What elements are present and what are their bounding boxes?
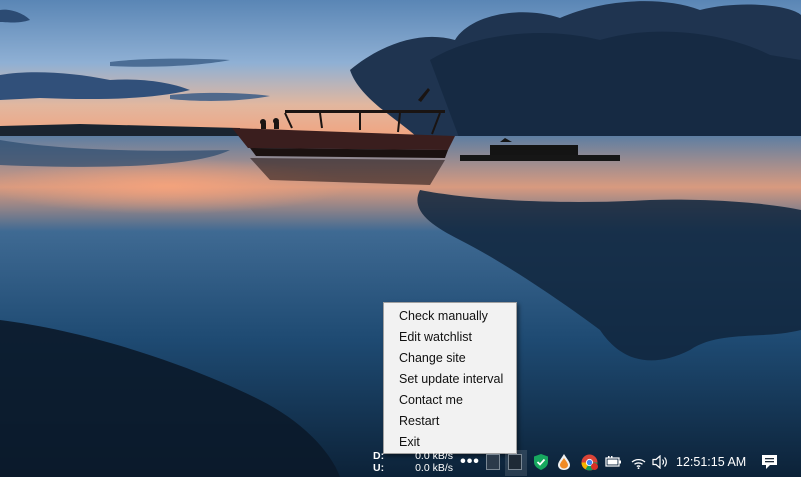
tray-app-icon[interactable] [486, 454, 500, 470]
context-menu-list: Check manually Edit watchlist Change sit… [384, 306, 516, 453]
download-speed: 0.0 kB/s [415, 450, 453, 462]
notification-icon[interactable] [759, 452, 779, 472]
menu-item-set-update-interval[interactable]: Set update interval [384, 369, 516, 390]
taskbar-clock[interactable]: 12:51:15 AM [676, 452, 746, 472]
network-monitor[interactable]: D: 0.0 kB/s U: 0.0 kB/s [373, 450, 455, 476]
menu-item-change-site[interactable]: Change site [384, 348, 516, 369]
menu-item-restart[interactable]: Restart [384, 411, 516, 432]
context-menu: Check manually Edit watchlist Change sit… [383, 302, 517, 454]
menu-item-edit-watchlist[interactable]: Edit watchlist [384, 327, 516, 348]
upload-speed: 0.0 kB/s [415, 462, 453, 474]
battery-icon[interactable] [604, 452, 622, 472]
upload-row: U: 0.0 kB/s [373, 462, 455, 474]
menu-item-contact-me[interactable]: Contact me [384, 390, 516, 411]
desktop: Check manually Edit watchlist Change sit… [0, 0, 801, 477]
upload-label: U: [373, 462, 385, 474]
volume-icon[interactable] [651, 452, 669, 472]
wifi-icon[interactable] [630, 452, 646, 472]
menu-item-check-manually[interactable]: Check manually [384, 306, 516, 327]
show-hidden-icons-button[interactable]: ••• [459, 452, 481, 472]
download-row: D: 0.0 kB/s [373, 450, 455, 462]
download-label: D: [373, 450, 385, 462]
watchlist-app-tray-icon[interactable] [508, 454, 522, 470]
shield-icon[interactable] [533, 452, 549, 472]
chrome-icon[interactable] [580, 452, 598, 472]
water-drop-icon[interactable] [557, 452, 571, 472]
